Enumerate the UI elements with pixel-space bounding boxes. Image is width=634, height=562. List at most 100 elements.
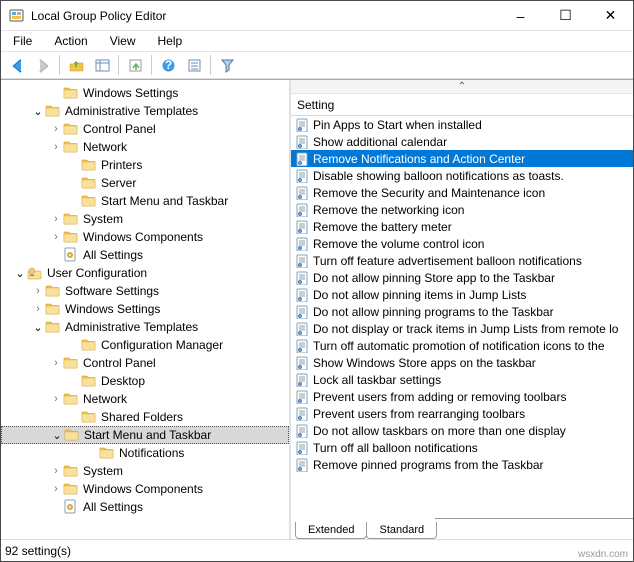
tree-item[interactable]: ›System	[1, 210, 289, 228]
tree-item[interactable]: ›Software Settings	[1, 282, 289, 300]
setting-item[interactable]: Do not allow pinning items in Jump Lists	[291, 286, 633, 303]
setting-item[interactable]: Remove Notifications and Action Center	[291, 150, 633, 167]
setting-item[interactable]: Remove the battery meter	[291, 218, 633, 235]
filter-button[interactable]	[215, 53, 239, 77]
setting-item[interactable]: Pin Apps to Start when installed	[291, 116, 633, 133]
tree-item[interactable]: ⌄Start Menu and Taskbar	[1, 426, 289, 444]
menu-help[interactable]: Help	[148, 32, 193, 50]
setting-item[interactable]: Remove pinned programs from the Taskbar	[291, 456, 633, 473]
back-button[interactable]	[5, 53, 29, 77]
setting-item[interactable]: Do not allow pinning Store app to the Ta…	[291, 269, 633, 286]
tree-item[interactable]: Configuration Manager	[1, 336, 289, 354]
statusbar: 92 setting(s)	[1, 539, 633, 561]
menu-file[interactable]: File	[3, 32, 42, 50]
policy-icon	[295, 424, 309, 438]
tree-item[interactable]: Notifications	[1, 444, 289, 462]
setting-item[interactable]: Do not display or track items in Jump Li…	[291, 320, 633, 337]
setting-item[interactable]: Do not allow pinning programs to the Tas…	[291, 303, 633, 320]
setting-item[interactable]: Prevent users from adding or removing to…	[291, 388, 633, 405]
minimize-button[interactable]: –	[498, 1, 543, 30]
setting-list[interactable]: Pin Apps to Start when installedShow add…	[291, 116, 633, 517]
export-list-button[interactable]	[123, 53, 147, 77]
setting-item[interactable]: Turn off automatic promotion of notifica…	[291, 337, 633, 354]
maximize-button[interactable]: ☐	[543, 1, 588, 30]
toolbar-separator	[151, 55, 152, 75]
expand-icon[interactable]: ›	[49, 140, 63, 154]
expand-icon[interactable]: ›	[49, 230, 63, 244]
setting-item[interactable]: Show Windows Store apps on the taskbar	[291, 354, 633, 371]
toolbar	[1, 51, 633, 79]
tree-item[interactable]: ›Control Panel	[1, 354, 289, 372]
show-hide-tree-button[interactable]	[90, 53, 114, 77]
expand-icon[interactable]: ›	[49, 356, 63, 370]
folder-icon	[45, 319, 61, 335]
tree-item[interactable]: Shared Folders	[1, 408, 289, 426]
tree-item[interactable]: › Windows Components	[1, 228, 289, 246]
tree-item[interactable]: ⌄Administrative Templates	[1, 102, 289, 120]
folder-icon	[63, 463, 79, 479]
tree-item-label: Windows Components	[83, 230, 203, 244]
expand-icon[interactable]: ›	[49, 212, 63, 226]
expand-icon[interactable]: ›	[31, 284, 45, 298]
collapse-icon[interactable]: ⌄	[50, 428, 64, 442]
setting-label: Remove the networking icon	[313, 203, 464, 217]
tree-item[interactable]: ›Control Panel	[1, 120, 289, 138]
tree-item-label: Windows Settings	[65, 302, 160, 316]
collapse-icon[interactable]: ⌄	[31, 320, 45, 334]
setting-label: Remove pinned programs from the Taskbar	[313, 458, 544, 472]
collapse-icon[interactable]: ⌄	[13, 266, 27, 280]
setting-item[interactable]: Prevent users from rearranging toolbars	[291, 405, 633, 422]
setting-item[interactable]: Turn off all balloon notifications	[291, 439, 633, 456]
tree-item[interactable]: Desktop	[1, 372, 289, 390]
setting-label: Disable showing balloon notifications as…	[313, 169, 564, 183]
console-tree[interactable]: Windows Settings⌄Administrative Template…	[1, 80, 291, 539]
setting-item[interactable]: Turn off feature advertisement balloon n…	[291, 252, 633, 269]
expand-icon[interactable]: ›	[31, 302, 45, 316]
tree-item[interactable]: ›Network	[1, 390, 289, 408]
menu-action[interactable]: Action	[44, 32, 97, 50]
forward-button[interactable]	[31, 53, 55, 77]
tabs-spacer	[435, 518, 633, 539]
policy-icon	[295, 390, 309, 404]
menu-view[interactable]: View	[100, 32, 146, 50]
up-level-button[interactable]	[64, 53, 88, 77]
setting-item[interactable]: Disable showing balloon notifications as…	[291, 167, 633, 184]
setting-item[interactable]: Lock all taskbar settings	[291, 371, 633, 388]
tree-item-label: Notifications	[119, 446, 184, 460]
tree-item[interactable]: ⌄User Configuration	[1, 264, 289, 282]
setting-item[interactable]: Remove the Security and Maintenance icon	[291, 184, 633, 201]
properties-button[interactable]	[182, 53, 206, 77]
tree-item[interactable]: All Settings	[1, 498, 289, 516]
expand-icon[interactable]: ›	[49, 392, 63, 406]
collapse-icon[interactable]: ⌄	[31, 104, 45, 118]
tree-item[interactable]: Server	[1, 174, 289, 192]
tree-item[interactable]: All Settings	[1, 246, 289, 264]
setting-item[interactable]: Do not allow taskbars on more than one d…	[291, 422, 633, 439]
expand-icon[interactable]: ›	[49, 482, 63, 496]
window-buttons: – ☐ ✕	[498, 1, 633, 30]
folder-icon	[45, 301, 61, 317]
setting-item[interactable]: Show additional calendar	[291, 133, 633, 150]
help-button[interactable]	[156, 53, 180, 77]
tree-item[interactable]: Printers	[1, 156, 289, 174]
tree-item[interactable]: Windows Settings	[1, 84, 289, 102]
titlebar: Local Group Policy Editor – ☐ ✕	[1, 1, 633, 31]
tree-item-label: Server	[101, 176, 136, 190]
expand-icon[interactable]: ›	[49, 464, 63, 478]
setting-item[interactable]: Remove the volume control icon	[291, 235, 633, 252]
tree-item[interactable]: ›System	[1, 462, 289, 480]
tab-extended[interactable]: Extended	[295, 522, 367, 539]
tree-item[interactable]: ⌄Administrative Templates	[1, 318, 289, 336]
folder-icon	[45, 283, 61, 299]
setting-item[interactable]: Remove the networking icon	[291, 201, 633, 218]
close-button[interactable]: ✕	[588, 1, 633, 30]
scroll-up-indicator[interactable]: ⌃	[291, 80, 633, 94]
tree-item[interactable]: ›Windows Components	[1, 480, 289, 498]
tree-item[interactable]: ›Network	[1, 138, 289, 156]
tab-standard[interactable]: Standard	[366, 522, 437, 539]
expand-icon[interactable]: ›	[49, 122, 63, 136]
tree-item[interactable]: Start Menu and Taskbar	[1, 192, 289, 210]
setting-label: Do not allow taskbars on more than one d…	[313, 424, 566, 438]
tree-item[interactable]: › Windows Settings	[1, 300, 289, 318]
column-header-setting[interactable]: Setting	[291, 94, 633, 116]
